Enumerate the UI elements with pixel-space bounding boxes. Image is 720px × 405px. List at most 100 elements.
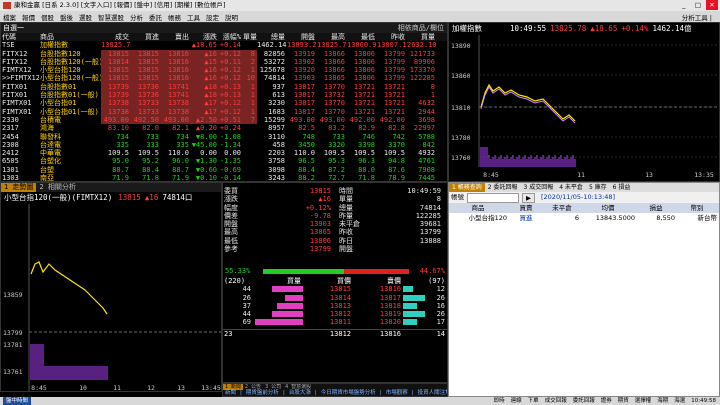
orders-column-header[interactable]: 買賣: [509, 203, 545, 213]
minimize-icon[interactable]: _: [678, 0, 690, 10]
ask-price[interactable]: 13816: [353, 285, 403, 293]
status-indicator[interactable]: 委託回報: [573, 397, 595, 405]
menu-item[interactable]: 選股: [79, 12, 92, 22]
table-row[interactable]: 1303 南亞 71.9 71.8 71.9 ▼0.10 -0.14 3243 88.2 72.7…: [1, 174, 447, 181]
table-row[interactable]: 2317 鴻海 83.10 82.0 82.1 ▲0.20 +0.24 8957 82.5 83.…: [1, 124, 447, 132]
orders-cell[interactable]: 6: [545, 213, 581, 223]
table-row[interactable]: FITX01 台股指數01(一般) 13739 13736 13741 ▲18 +0.13 1…: [1, 91, 447, 100]
status-indicator[interactable]: 期貨: [618, 397, 629, 405]
column-header[interactable]: 總量: [257, 33, 287, 41]
menu-item[interactable]: 帳務: [168, 12, 181, 22]
menu-item[interactable]: 盤後: [60, 12, 73, 22]
table-cell: 台股指數01(一般): [40, 91, 99, 100]
table-row[interactable]: FITX12 台股指數120(一般) 13814 13815 13816 ▲15 +0.11…: [1, 57, 447, 67]
table-cell: 13739: [101, 91, 131, 100]
table-row[interactable]: FIMTX01 小型台指01 13738 13733 13738 ▲17 +0.12 1 323…: [1, 99, 447, 108]
ask-price[interactable]: 13818: [353, 302, 403, 310]
status-indicator[interactable]: 海選: [674, 397, 685, 405]
status-indicator[interactable]: 選擇權: [635, 397, 652, 405]
menu-item[interactable]: 工具: [187, 12, 200, 22]
menu-item[interactable]: 報價: [22, 12, 35, 22]
menu-item[interactable]: 智慧選股: [98, 12, 124, 22]
column-header[interactable]: 最高: [317, 33, 347, 41]
column-header[interactable]: 昨收: [377, 33, 407, 41]
table-row[interactable]: 6505 台塑化 95.0 95.2 96.0 ▼1.30 -1.35 3758 96.5 95.…: [1, 157, 447, 165]
table-row[interactable]: TSE 加權指數 13825.78 ▲18.65+0.14 1462.1413893.2…: [1, 41, 447, 49]
table-row[interactable]: 1301 台塑 88.7 88.4 88.7 ▼0.60 -0.69 3098 88.4 87.2…: [1, 166, 447, 174]
table-row[interactable]: FIMTX01 小型台指01(一般) 13738 13733 13738 ▲17 +0.12…: [1, 107, 447, 116]
table-cell: 83.2: [328, 124, 345, 133]
orders-cell[interactable]: 8,550: [637, 213, 677, 223]
tab-related[interactable]: 2 相關分析: [36, 183, 78, 192]
ask-price[interactable]: 13817: [353, 294, 403, 302]
news-text[interactable]: 新聞 | 期貨盤前分析 | 台股大漲 | 今日期貨市場盤勢分析 | 市場觀察 |…: [223, 390, 447, 396]
column-header[interactable]: 買進: [131, 33, 161, 41]
orders-tab[interactable]: 2 委託回報: [485, 183, 521, 192]
table-row[interactable]: >>FIMTX12 小型台指120(一般) 13815 13815 13816 ▲16 +0…: [1, 74, 447, 83]
column-header[interactable]: 商品: [39, 33, 101, 41]
table-cell: 82.8: [388, 124, 405, 133]
column-header[interactable]: 開盤: [287, 33, 317, 41]
column-header[interactable]: 賣出: [161, 33, 191, 41]
table-row[interactable]: FITX12 台股指數120 13815 13815 13816 ▲16 +0.12 8 828…: [1, 49, 447, 58]
orders-cell[interactable]: 13843.5000: [581, 213, 637, 223]
status-indicator[interactable]: 成交回報: [545, 397, 567, 405]
y-tick-label: 13760: [451, 154, 471, 162]
menu-item[interactable]: 說明: [225, 12, 238, 22]
detail-label: 昨量: [339, 211, 353, 220]
column-header[interactable]: 成交: [101, 33, 131, 41]
orders-tab[interactable]: 3 成交回報: [520, 183, 556, 192]
orders-tab[interactable]: 6 損益: [610, 183, 634, 192]
orders-tab[interactable]: 5 庫存: [586, 183, 610, 192]
orders-cell[interactable]: 新台幣: [677, 213, 719, 223]
bid-price[interactable]: 13814: [303, 294, 353, 302]
bid-price[interactable]: 13812: [303, 310, 353, 318]
column-header[interactable]: 最低: [347, 33, 377, 41]
column-header[interactable]: 代碼: [1, 33, 39, 41]
table-row[interactable]: 2330 台積電 493.00 492.50 493.00 ▲2.50 +0.51 7 1529…: [1, 115, 447, 125]
maximize-icon[interactable]: □: [692, 0, 704, 10]
menu-item[interactable]: 分析: [130, 12, 143, 22]
bid-price[interactable]: 13815: [303, 285, 353, 293]
status-indicator[interactable]: 即時: [494, 397, 505, 405]
orders-column-header[interactable]: 未平倉: [545, 203, 581, 213]
watchlist-title[interactable]: 自選一: [1, 23, 24, 33]
bid-price[interactable]: 13813: [303, 302, 353, 310]
menu-item[interactable]: 檔案: [3, 12, 16, 22]
table-row[interactable]: FITX01 台股指數01 13739 13736 13741 ▲18 +0.13 1 937 1…: [1, 82, 447, 92]
table-row[interactable]: 2308 台達電 335 333 335 ▼45.00 -1.34 458 3450 3320 33…: [1, 141, 447, 149]
column-header[interactable]: 買量: [407, 33, 437, 41]
status-indicator[interactable]: 連線: [511, 397, 522, 405]
tab-trend[interactable]: 1 走勢圖: [1, 183, 37, 192]
orders-column-header[interactable]: 損益: [637, 203, 677, 213]
orders-cell[interactable]: 買進: [509, 213, 545, 223]
column-header[interactable]: 單量: [243, 33, 257, 41]
tools-label[interactable]: 分析工具 |: [682, 12, 720, 22]
orders-column-header[interactable]: 商品: [449, 203, 509, 213]
table-row[interactable]: 2454 聯發科 734 733 734 ▼8.00 -1.08 3110 748 733 746 7…: [1, 133, 447, 141]
account-select[interactable]: [467, 193, 519, 203]
orders-cell[interactable]: 小型台指120: [449, 213, 509, 223]
table-cell: [243, 41, 257, 49]
orders-tab[interactable]: 1 帳務查詢: [449, 183, 485, 192]
related-fields-label[interactable]: 相依商品/欄位: [398, 23, 447, 33]
orders-tab[interactable]: 4 未平倉: [556, 183, 586, 192]
table-row[interactable]: FIMTX12 小型台指120 13815 13815 13816 ▲16 +0.12 1 12…: [1, 66, 447, 75]
status-indicator[interactable]: 證券: [601, 397, 612, 405]
status-indicator[interactable]: 海期: [657, 397, 668, 405]
menu-item[interactable]: 設定: [206, 12, 219, 22]
ask-price[interactable]: 13819: [353, 310, 403, 318]
close-icon[interactable]: ✕: [706, 0, 718, 10]
table-row[interactable]: 2412 中華電 109.5 109.5 110.0 0.00 0.00 2203 110.0 1…: [1, 149, 447, 157]
column-header[interactable]: 漲跌: [191, 33, 219, 41]
menu-item[interactable]: 個股: [41, 12, 54, 22]
orders-column-header[interactable]: 均價: [581, 203, 637, 213]
query-button[interactable]: ▶: [522, 193, 535, 203]
menu-item[interactable]: 委託: [149, 12, 162, 22]
orders-column-header[interactable]: 幣別: [677, 203, 719, 213]
table-cell: 13817: [293, 107, 315, 116]
bid-price[interactable]: 13811: [303, 318, 353, 326]
ask-price[interactable]: 13820: [353, 318, 403, 326]
column-header[interactable]: 漲幅%: [219, 33, 243, 41]
status-indicator[interactable]: 下單: [528, 397, 539, 405]
